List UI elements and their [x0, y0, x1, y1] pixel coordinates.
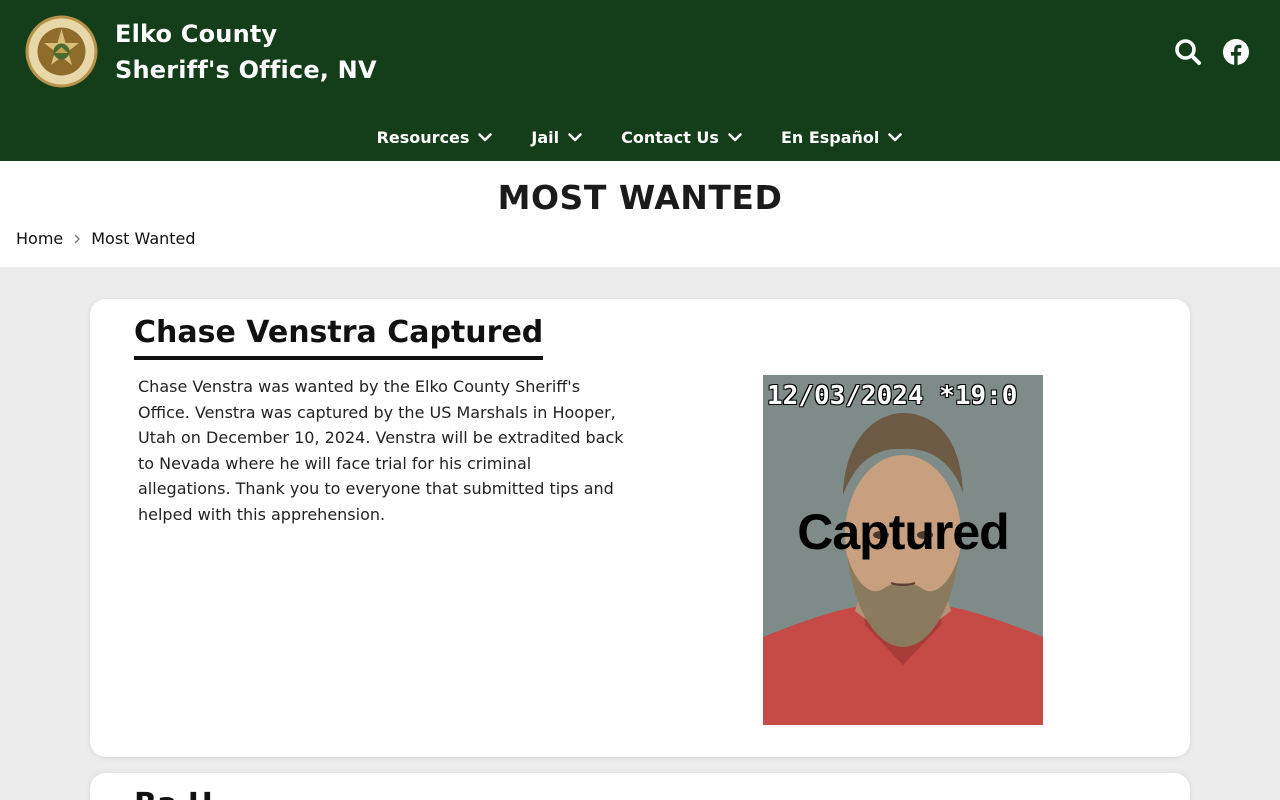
nav-item-contact-us[interactable]: Contact Us — [621, 120, 743, 154]
main-nav: Resources Jail Contact Us En Español — [0, 120, 1280, 154]
site-title-line1: Elko County — [115, 20, 278, 48]
sheriff-badge-icon[interactable] — [25, 15, 98, 88]
captured-stamp: Captured — [797, 504, 1009, 560]
page-title: MOST WANTED — [497, 178, 783, 217]
site-title[interactable]: Elko County Sheriff's Office, NV — [115, 16, 377, 88]
facebook-icon[interactable] — [1222, 38, 1250, 66]
nav-item-resources[interactable]: Resources — [377, 120, 494, 154]
nav-item-jail[interactable]: Jail — [531, 120, 583, 154]
wanted-card: Chase Venstra Captured Chase Venstra was… — [90, 299, 1190, 757]
nav-item-en-espanol[interactable]: En Español — [781, 120, 903, 154]
nav-item-label: Jail — [531, 127, 560, 147]
nav-item-label: En Español — [780, 127, 880, 147]
breadcrumb-current: Most Wanted — [91, 229, 196, 248]
page-title-band: MOST WANTED Home Most Wanted — [0, 161, 1280, 267]
article-title: Chase Venstra Captured — [134, 315, 544, 360]
breadcrumb: Home Most Wanted — [16, 229, 196, 248]
chevron-down-icon — [728, 133, 742, 142]
article-body: Chase Venstra was wanted by the Elko Cou… — [138, 377, 624, 524]
chevron-down-icon — [888, 133, 903, 142]
mugshot-image: 12/03/2024 *19:0 Captured — [763, 375, 1043, 725]
chevron-down-icon — [478, 133, 493, 142]
wanted-card: Ra H — [90, 773, 1190, 800]
site-header: Elko County Sheriff's Office, NV Resourc… — [0, 0, 1280, 161]
article-title: Ra H — [134, 787, 213, 800]
nav-item-label: Resources — [376, 127, 470, 147]
site-title-line2: Sheriff's Office, NV — [115, 56, 377, 84]
chevron-right-icon — [74, 234, 81, 243]
search-icon[interactable] — [1174, 38, 1202, 66]
nav-item-label: Contact Us — [621, 127, 719, 147]
breadcrumb-home-link[interactable]: Home — [16, 229, 63, 248]
chevron-down-icon — [568, 133, 582, 142]
mugshot-timestamp: 12/03/2024 *19:0 — [767, 381, 1018, 411]
